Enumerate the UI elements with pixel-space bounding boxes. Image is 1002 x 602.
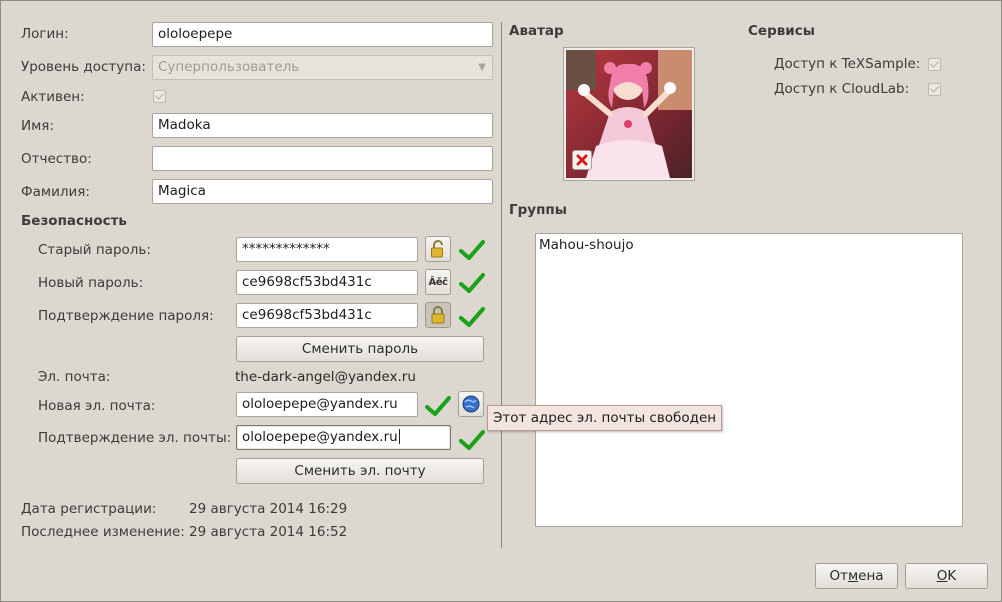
groups-heading: Группы [509, 202, 567, 218]
confirm-password-label: Подтверждение пароля: [38, 308, 214, 324]
login-input[interactable]: ololoepepe [152, 22, 493, 47]
valid-check-icon [459, 307, 485, 327]
active-label: Активен: [21, 89, 85, 105]
check-email-button[interactable] [458, 391, 484, 417]
new-password-input[interactable]: ce9698cf53bd431c [236, 270, 418, 295]
lock-toggle-button[interactable] [425, 236, 451, 262]
padlock-closed-icon [431, 306, 445, 324]
email-available-tooltip: Этот адрес эл. почты свободен [487, 405, 723, 431]
generate-password-button[interactable]: Âěč [425, 269, 451, 295]
column-divider [501, 22, 502, 548]
remove-avatar-button[interactable] [572, 150, 592, 170]
confirm-password-input[interactable]: ce9698cf53bd431c [236, 303, 418, 328]
modified-date-value: 29 августа 2014 16:52 [189, 524, 348, 540]
patronymic-input[interactable] [152, 146, 493, 171]
patronymic-label: Отчество: [21, 151, 92, 167]
valid-check-icon [459, 430, 485, 450]
cancel-label-post: ена [858, 568, 884, 584]
confirm-email-input[interactable]: ololoepepe@yandex.ru [236, 425, 451, 450]
new-email-input[interactable]: ololoepepe@yandex.ru [236, 392, 418, 417]
first-name-label: Имя: [21, 118, 54, 134]
globe-icon [462, 395, 480, 413]
confirm-email-value: ololoepepe@yandex.ru [242, 429, 398, 445]
cancel-label-pre: От [829, 568, 848, 584]
confirm-email-label: Подтверждение эл. почты: [38, 430, 232, 446]
active-checkbox[interactable] [153, 90, 166, 103]
ok-label-post: K [947, 568, 957, 584]
email-value: the-dark-angel@yandex.ru [235, 369, 416, 385]
services-heading: Сервисы [748, 23, 815, 39]
new-email-label: Новая эл. почта: [38, 398, 156, 414]
lock-toggle-button-pressed[interactable] [425, 302, 451, 328]
groups-list[interactable]: Mahou-shoujo [535, 233, 963, 527]
list-item[interactable]: Mahou-shoujo [539, 237, 959, 254]
old-password-label: Старый пароль: [38, 242, 151, 258]
avatar-heading: Аватар [509, 23, 564, 39]
dropdown-arrow-icon: ▼ [478, 62, 486, 73]
cancel-button[interactable]: Отмена [815, 563, 898, 589]
modified-date-label: Последнее изменение: [21, 524, 185, 540]
service-cloudlab-label: Доступ к CloudLab: [774, 81, 910, 97]
security-heading: Безопасность [21, 213, 127, 229]
text-caret [398, 429, 400, 444]
padlock-open-icon [431, 240, 443, 258]
old-password-input[interactable]: ************* [236, 237, 418, 262]
first-name-input[interactable]: Madoka [152, 113, 493, 138]
access-level-select[interactable]: Суперпользователь ▼ [152, 55, 493, 80]
valid-check-icon [459, 240, 485, 260]
charset-icon: Âěč [428, 276, 448, 288]
surname-input[interactable]: Magica [152, 179, 493, 204]
service-cloudlab-checkbox[interactable] [928, 83, 941, 96]
surname-label: Фамилия: [21, 184, 90, 200]
email-label: Эл. почта: [38, 369, 111, 385]
ok-button[interactable]: OK [905, 563, 988, 589]
close-icon [576, 154, 588, 166]
access-level-value: Суперпользователь [158, 59, 300, 75]
cancel-mnemonic: м [847, 568, 859, 584]
new-password-label: Новый пароль: [38, 275, 144, 291]
ok-mnemonic: O [936, 568, 948, 584]
service-texsample-checkbox[interactable] [928, 58, 941, 71]
access-level-label: Уровень доступа: [21, 59, 146, 75]
valid-check-icon [459, 273, 485, 293]
registration-date-label: Дата регистрации: [21, 501, 157, 517]
avatar-button[interactable] [563, 47, 695, 181]
login-label: Логин: [21, 26, 69, 42]
service-texsample-label: Доступ к TeXSample: [774, 56, 921, 72]
valid-check-icon [425, 396, 451, 416]
change-email-button[interactable]: Сменить эл. почту [236, 458, 484, 484]
registration-date-value: 29 августа 2014 16:29 [189, 501, 348, 517]
change-password-button[interactable]: Сменить пароль [236, 336, 484, 362]
